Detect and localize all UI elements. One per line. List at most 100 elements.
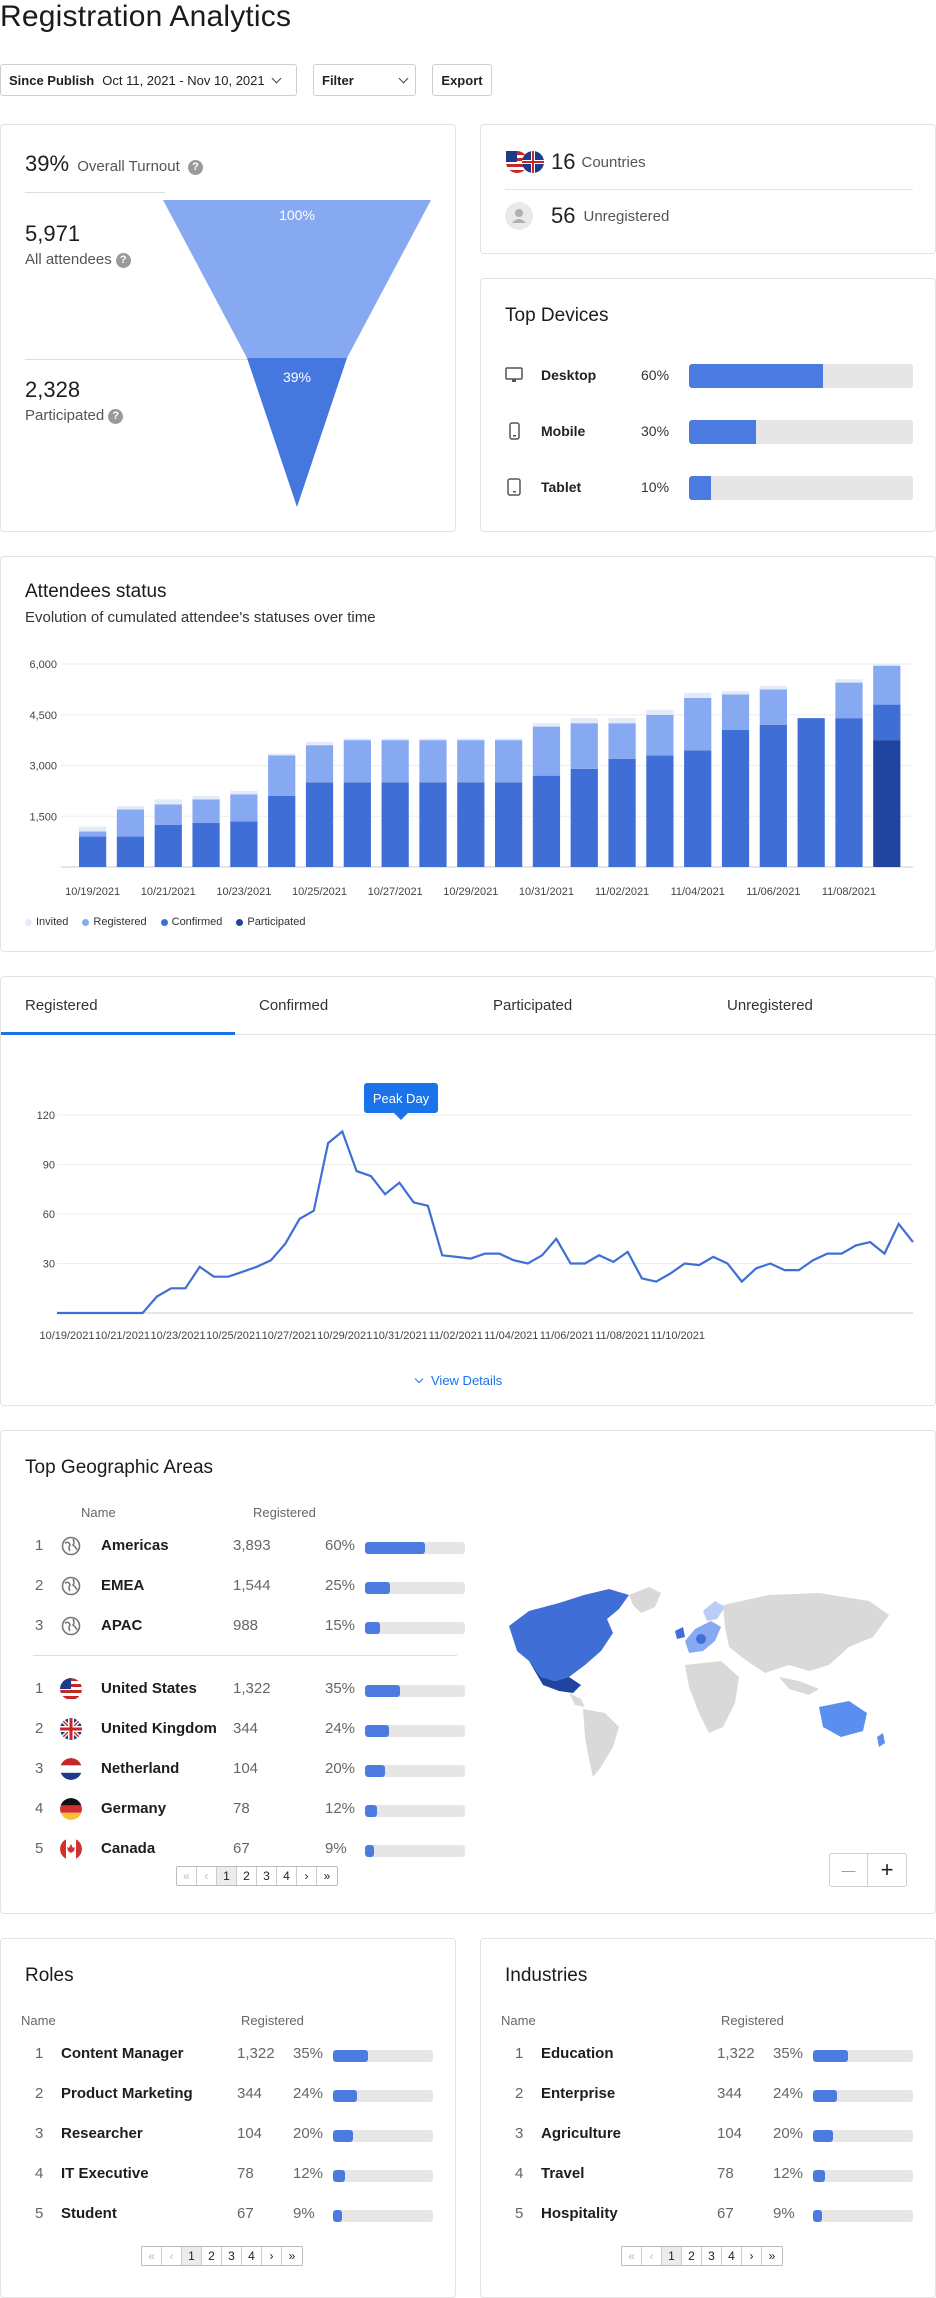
- pager-page-button[interactable]: 1: [662, 2247, 682, 2265]
- table-row[interactable]: 2 Enterprise 344 24%: [481, 2083, 935, 2107]
- x-tick-label: 10/23/2021: [216, 886, 271, 898]
- bar-confirmed: [570, 768, 598, 867]
- table-row[interactable]: 3 Researcher 104 20%: [1, 2123, 455, 2147]
- row-percent: 9%: [325, 1840, 347, 1857]
- table-row[interactable]: 1 Education 1,322 35%: [481, 2043, 935, 2067]
- pager-page-button[interactable]: 3: [702, 2247, 722, 2265]
- table-row[interactable]: 3 Netherland 104 20%: [1, 1758, 471, 1782]
- pager-page-button[interactable]: 2: [237, 1867, 257, 1885]
- map-region-scandinavia: [703, 1601, 725, 1621]
- row-name: Canada: [101, 1840, 156, 1857]
- row-name: United Kingdom: [101, 1720, 217, 1737]
- all-attendees-label: All attendees: [25, 251, 112, 268]
- table-row[interactable]: 3 Agriculture 104 20%: [481, 2123, 935, 2147]
- help-icon[interactable]: ?: [187, 159, 203, 175]
- column-header-name: Name: [81, 1505, 116, 1520]
- table-row[interactable]: 5 Student 67 9%: [1, 2203, 455, 2227]
- registered-line-chart: 30609012010/19/2021 10/21/2021 10/23/2021 1…: [37, 1110, 914, 1342]
- row-bar-fill: [365, 1725, 389, 1737]
- pager-nav-button[interactable]: «: [177, 1867, 197, 1885]
- table-row[interactable]: 1 United States 1,322 35%: [1, 1678, 471, 1702]
- pager-page-button[interactable]: 3: [257, 1867, 277, 1885]
- help-icon[interactable]: ?: [115, 252, 131, 268]
- peak-day-tooltip: Peak Day: [364, 1083, 438, 1113]
- export-button[interactable]: Export: [432, 64, 492, 96]
- pager-nav-button[interactable]: »: [317, 1867, 337, 1885]
- row-bar-fill: [365, 1765, 385, 1777]
- row-rank: 4: [35, 1800, 44, 1817]
- zoom-out-button[interactable]: —: [830, 1854, 868, 1886]
- row-percent: 15%: [325, 1617, 356, 1634]
- pager-page-button[interactable]: 2: [202, 2247, 222, 2265]
- legend-swatch: [82, 918, 90, 926]
- row-value: 78: [717, 2165, 734, 2182]
- table-row[interactable]: 4 IT Executive 78 12%: [1, 2163, 455, 2187]
- pager-page-button[interactable]: 1: [182, 2247, 202, 2265]
- y-tick-label: 6,000: [29, 659, 57, 671]
- pager-nav-button[interactable]: ›: [262, 2247, 282, 2265]
- column-header-registered: Registered: [241, 2013, 304, 2028]
- pager-nav-button[interactable]: »: [762, 2247, 782, 2265]
- filter-dropdown[interactable]: Filter: [313, 64, 416, 96]
- pager-nav-button[interactable]: ‹: [642, 2247, 662, 2265]
- bar-confirmed: [759, 724, 787, 867]
- table-row[interactable]: 1 Content Manager 1,322 35%: [1, 2043, 455, 2067]
- row-percent: 12%: [325, 1800, 356, 1817]
- row-bar-fill: [333, 2050, 368, 2062]
- table-row[interactable]: 5 Canada 67 9%: [1, 1838, 471, 1862]
- date-range-dropdown[interactable]: Since Publish Oct 11, 2021 - Nov 10, 202…: [0, 64, 297, 96]
- row-name: Americas: [101, 1537, 169, 1554]
- row-bar-track: [813, 2130, 913, 2142]
- pager-nav-button[interactable]: ‹: [197, 1867, 217, 1885]
- row-name: Travel: [541, 2165, 585, 2182]
- device-bar-fill: [689, 476, 712, 500]
- pager-page-button[interactable]: 4: [722, 2247, 742, 2265]
- pager-nav-button[interactable]: ›: [297, 1867, 317, 1885]
- row-value: 1,322: [717, 2045, 755, 2062]
- pager-nav-button[interactable]: ›: [742, 2247, 762, 2265]
- row-value: 988: [233, 1617, 259, 1634]
- row-percent: 20%: [293, 2125, 324, 2142]
- zoom-in-button[interactable]: +: [868, 1854, 906, 1886]
- bar-invited: [495, 738, 523, 741]
- pager-nav-button[interactable]: «: [142, 2247, 162, 2265]
- x-tick-label: 11/08/2021: [595, 1330, 649, 1342]
- device-bar-track: [689, 420, 913, 444]
- table-row[interactable]: 4 Travel 78 12%: [481, 2163, 935, 2187]
- pager-page-button[interactable]: 3: [222, 2247, 242, 2265]
- pager-page-button[interactable]: 2: [682, 2247, 702, 2265]
- page-title: Registration Analytics: [0, 0, 292, 33]
- row-rank: 3: [35, 2125, 44, 2142]
- y-tick-label: 90: [43, 1160, 55, 1172]
- bar-registered: [305, 745, 334, 783]
- table-row[interactable]: 3 APAC 988 15%: [1, 1615, 471, 1639]
- table-row[interactable]: 2 Product Marketing 344 24%: [1, 2083, 455, 2107]
- column-header-registered: Registered: [253, 1505, 316, 1520]
- bar-registered: [495, 740, 523, 783]
- table-row[interactable]: 2 United Kingdom 344 24%: [1, 1718, 471, 1742]
- view-details-link[interactable]: View Details: [414, 1373, 502, 1388]
- row-value: 104: [233, 1760, 259, 1777]
- bar-registered: [873, 665, 901, 705]
- bar-invited: [305, 741, 334, 746]
- row-bar-track: [365, 1685, 465, 1697]
- table-row[interactable]: 2 EMEA 1,544 25%: [1, 1575, 471, 1599]
- row-rank: 4: [35, 2165, 44, 2182]
- flag-ca-icon: [60, 1838, 82, 1860]
- help-icon[interactable]: ?: [108, 408, 124, 424]
- table-row[interactable]: 5 Hospitality 67 9%: [481, 2203, 935, 2227]
- pager-page-button[interactable]: 1: [217, 1867, 237, 1885]
- world-map[interactable]: [489, 1581, 917, 1781]
- flag-us-icon: [60, 1678, 82, 1700]
- table-row[interactable]: 4 Germany 78 12%: [1, 1798, 471, 1822]
- pager-page-button[interactable]: 4: [242, 2247, 262, 2265]
- pager-page-button[interactable]: 4: [277, 1867, 297, 1885]
- map-region-north-america: [509, 1589, 629, 1681]
- row-name: Product Marketing: [61, 2085, 193, 2102]
- table-row[interactable]: 1 Americas 3,893 60%: [1, 1535, 471, 1559]
- tablet-icon: [505, 478, 523, 501]
- pager-nav-button[interactable]: »: [282, 2247, 302, 2265]
- pager-nav-button[interactable]: ‹: [162, 2247, 182, 2265]
- device-bar-fill: [689, 420, 757, 444]
- pager-nav-button[interactable]: «: [622, 2247, 642, 2265]
